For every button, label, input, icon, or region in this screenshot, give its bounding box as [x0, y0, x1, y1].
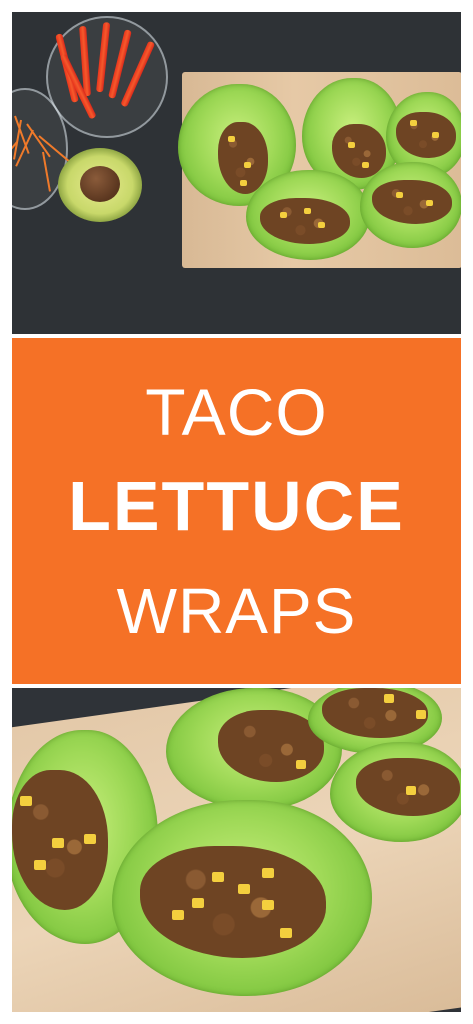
corn-kernel	[172, 910, 184, 920]
corn-kernel	[240, 180, 247, 186]
corn-kernel	[348, 142, 355, 148]
corn-kernel	[238, 884, 250, 894]
corn-kernel	[432, 132, 439, 138]
corn-kernel	[34, 860, 46, 870]
title-line-taco: TACO	[145, 375, 328, 449]
corn-kernel	[192, 898, 204, 908]
avocado-pit	[80, 166, 120, 202]
corn-kernel	[362, 162, 369, 168]
corn-kernel	[426, 200, 433, 206]
corn-kernel	[296, 760, 306, 769]
corn-kernel	[84, 834, 96, 844]
top-food-photo	[12, 12, 461, 334]
corn-kernel	[304, 208, 311, 214]
corn-kernel	[406, 786, 416, 795]
corn-kernel	[280, 928, 292, 938]
corn-kernel	[384, 694, 394, 703]
bottom-food-photo	[12, 688, 461, 1012]
corn-kernel	[52, 838, 64, 848]
corn-kernel	[244, 162, 251, 168]
corn-kernel	[262, 868, 274, 878]
corn-kernel	[228, 136, 235, 142]
corn-kernel	[262, 900, 274, 910]
corn-kernel	[410, 120, 417, 126]
title-line-wraps: WRAPS	[116, 575, 357, 647]
corn-kernel	[318, 222, 325, 228]
title-banner: TACO LETTUCE WRAPS	[12, 338, 461, 684]
title-line-lettuce: LETTUCE	[68, 467, 405, 545]
corn-kernel	[280, 212, 287, 218]
corn-kernel	[20, 796, 32, 806]
corn-kernel	[416, 710, 426, 719]
corn-kernel	[212, 872, 224, 882]
corn-kernel	[396, 192, 403, 198]
